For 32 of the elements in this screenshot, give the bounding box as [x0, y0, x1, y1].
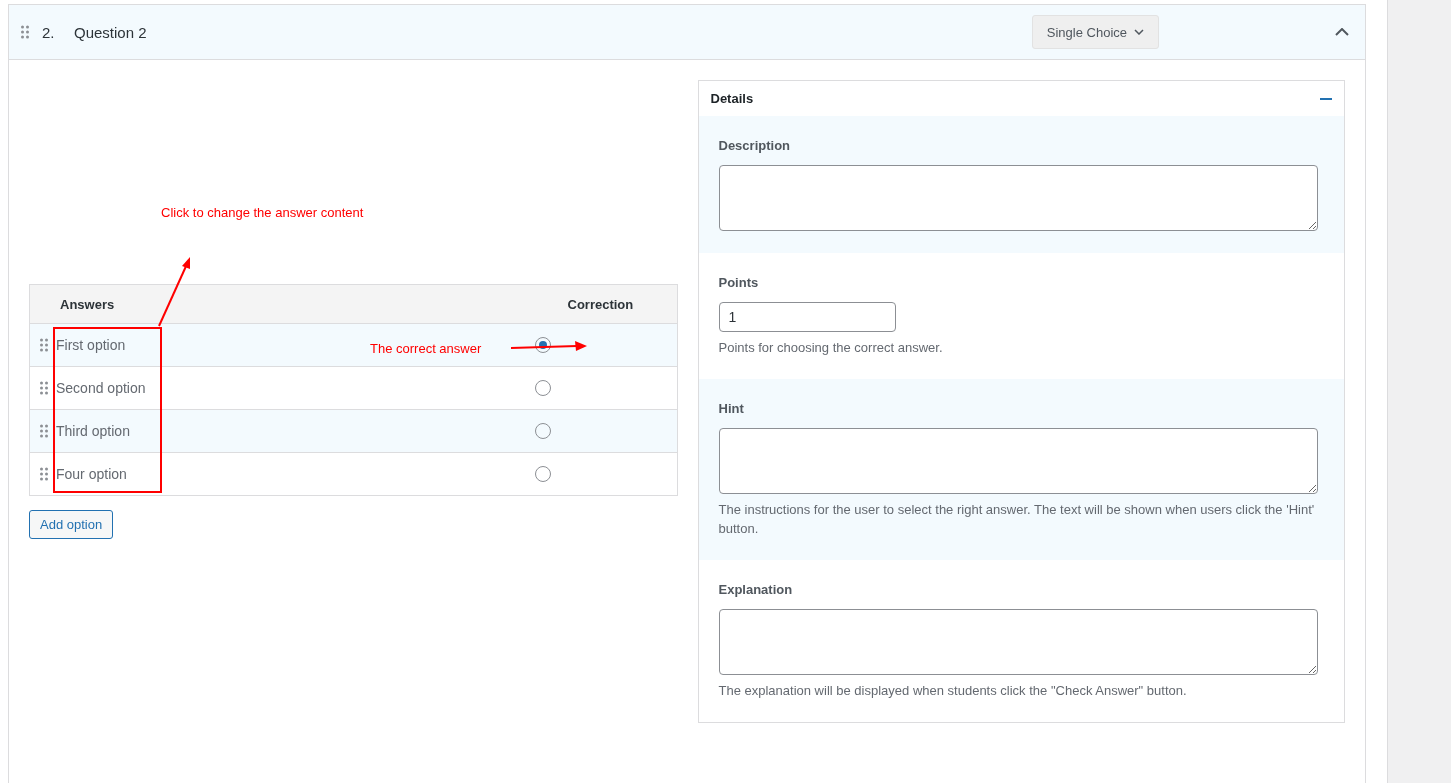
chevron-up-icon	[1335, 28, 1349, 36]
answer-text[interactable]: Four option	[56, 466, 127, 482]
answer-text[interactable]: Second option	[56, 380, 146, 396]
field-label: Hint	[718, 401, 745, 416]
answer-row[interactable]: Third option	[30, 410, 677, 453]
question-type-dropdown[interactable]: Single Choice	[1031, 15, 1159, 49]
field-label: Explanation	[718, 582, 794, 597]
text-area[interactable]	[718, 165, 1318, 231]
drag-handle-icon[interactable]	[40, 338, 48, 352]
question-number: 2.	[42, 23, 56, 41]
column-header: Correction	[567, 296, 635, 312]
help-text: Points for choosing the correct answer.	[718, 339, 944, 357]
drag-handle-icon[interactable]	[40, 424, 48, 438]
panel-title: Details	[710, 91, 754, 106]
caret-icon	[1134, 29, 1144, 35]
help-text: The instructions for the user to select the right answer. The text will be shown when users click the 'Hint' button.	[718, 501, 1316, 538]
help-text: The explanation will be displayed when students click the "Check Answer" button.	[718, 682, 1188, 700]
text-area[interactable]	[718, 609, 1318, 675]
column-header: Answers	[59, 296, 116, 312]
annotation-text: The correct answer	[370, 341, 482, 356]
answer-text[interactable]: Third option	[56, 423, 130, 439]
answer-text[interactable]: First option	[56, 337, 126, 353]
annotation-text: Click to change the answer content	[161, 205, 364, 220]
question-title: Question 2	[74, 23, 148, 41]
drag-handle-icon[interactable]	[21, 25, 29, 39]
add-option-button[interactable]: Add option	[29, 510, 114, 539]
points-input[interactable]: 1	[718, 302, 896, 332]
field-label: Description	[718, 138, 791, 153]
text-area[interactable]	[718, 428, 1318, 494]
field-label: Points	[718, 275, 760, 290]
drag-handle-icon[interactable]	[40, 467, 48, 481]
drag-handle-icon[interactable]	[40, 381, 48, 395]
